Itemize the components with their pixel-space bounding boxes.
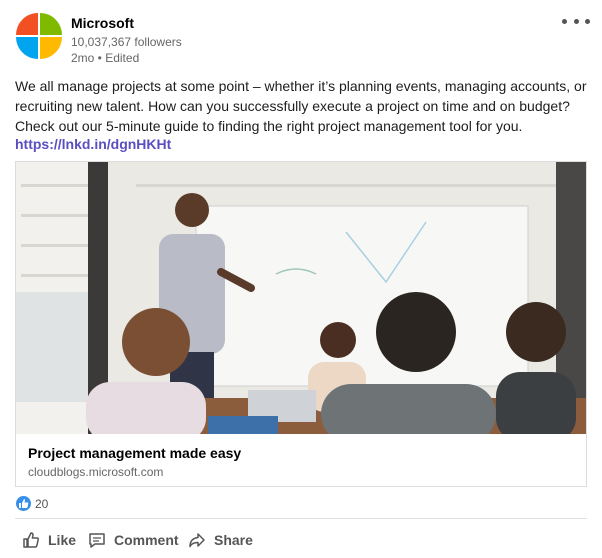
comment-icon: [89, 533, 105, 548]
post-text: We all manage projects at some point – w…: [15, 78, 587, 134]
meeting-photo: [16, 162, 586, 434]
preview-source: cloudblogs.microsoft.com: [28, 465, 164, 479]
post-meta: 2mo • Edited: [71, 51, 140, 65]
preview-image: [16, 162, 586, 434]
reaction-count[interactable]: 20: [35, 497, 48, 511]
logo-blue-square: [16, 37, 38, 59]
preview-caption: Project management made easy cloudblogs.…: [16, 434, 586, 486]
logo-red-square: [16, 13, 38, 35]
dot: [562, 18, 567, 24]
comment-label: Comment: [114, 532, 179, 548]
link-preview[interactable]: Project management made easy cloudblogs.…: [15, 161, 587, 487]
comment-button[interactable]: Comment: [88, 528, 179, 552]
share-label: Share: [214, 532, 253, 548]
divider: [15, 518, 587, 519]
company-logo[interactable]: [16, 13, 62, 59]
logo-green-square: [40, 13, 62, 35]
like-reaction-icon[interactable]: [16, 496, 31, 511]
thumbs-up-icon: [23, 532, 39, 548]
logo-yellow-square: [40, 37, 62, 59]
like-label: Like: [48, 532, 77, 548]
dot: [573, 18, 579, 24]
company-name[interactable]: Microsoft: [71, 15, 134, 31]
ellipsis-icon[interactable]: [562, 12, 590, 30]
post-link[interactable]: https://lnkd.in/dgnHKHt: [15, 136, 171, 152]
dot: [585, 18, 590, 24]
follower-count: 10,037,367 followers: [71, 35, 182, 49]
share-button[interactable]: Share: [188, 528, 253, 552]
post-card: Microsoft 10,037,367 followers 2mo • Edi…: [0, 0, 602, 558]
like-button[interactable]: Like: [22, 528, 76, 552]
preview-title[interactable]: Project management made easy: [28, 445, 241, 461]
share-icon: [189, 533, 205, 548]
